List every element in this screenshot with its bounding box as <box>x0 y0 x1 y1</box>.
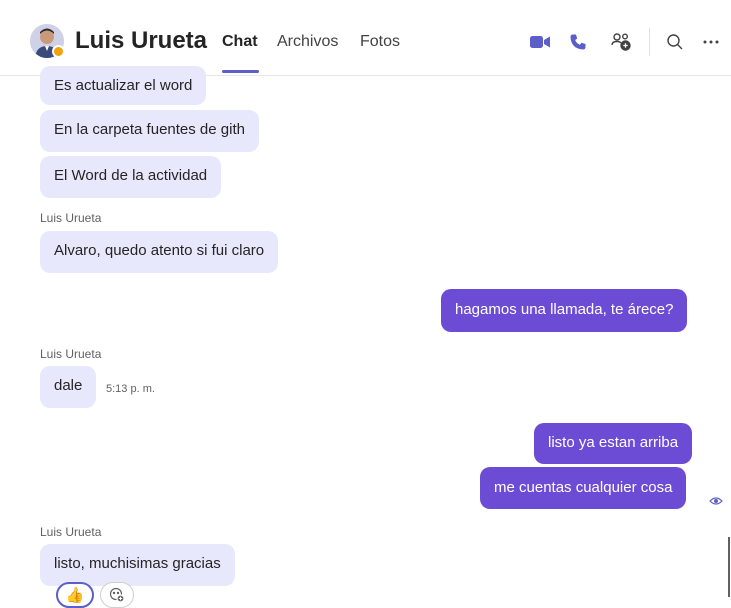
tab-fotos[interactable]: Fotos <box>360 32 400 52</box>
sender-name: Luis Urueta <box>40 211 102 225</box>
incoming-message[interactable]: dale <box>40 366 97 408</box>
audio-call-icon[interactable] <box>566 30 590 54</box>
outgoing-message[interactable]: me cuentas cualquier cosa <box>480 467 687 509</box>
search-icon[interactable] <box>663 30 687 54</box>
contact-name: Luis Urueta <box>75 27 208 54</box>
sender-name: Luis Urueta <box>40 525 102 539</box>
incoming-message[interactable]: El Word de la actividad <box>40 156 222 198</box>
seen-receipt-icon <box>709 497 723 505</box>
video-call-icon[interactable] <box>528 30 552 54</box>
tab-archivos[interactable]: Archivos <box>277 32 338 52</box>
outgoing-message[interactable]: hagamos una llamada, te árece? <box>441 289 688 332</box>
add-reaction-icon <box>109 587 125 603</box>
incoming-message[interactable]: Alvaro, quedo atento si fui claro <box>40 231 279 273</box>
like-reaction[interactable]: 👍 <box>56 582 94 608</box>
incoming-message[interactable]: Es actualizar el word <box>40 66 207 105</box>
thumbs-up-icon: 👍 <box>65 587 85 604</box>
chat-header: Luis Urueta Chat Archivos Fotos <box>0 0 731 76</box>
scrollbar[interactable] <box>728 537 730 597</box>
incoming-message[interactable]: listo, muchisimas gracias <box>40 544 235 586</box>
presence-away-badge <box>52 45 65 58</box>
incoming-message[interactable]: En la carpeta fuentes de gith <box>40 110 259 152</box>
more-icon[interactable] <box>699 30 723 54</box>
add-reaction-button[interactable] <box>100 582 134 608</box>
header-divider <box>649 28 650 56</box>
sender-name: Luis Urueta <box>40 347 102 361</box>
active-tab-indicator <box>222 70 259 73</box>
tab-chat[interactable]: Chat <box>222 32 258 52</box>
outgoing-message[interactable]: listo ya estan arriba <box>534 423 693 464</box>
message-timestamp: 5:13 p. m. <box>106 383 155 395</box>
add-people-icon[interactable] <box>610 30 634 54</box>
